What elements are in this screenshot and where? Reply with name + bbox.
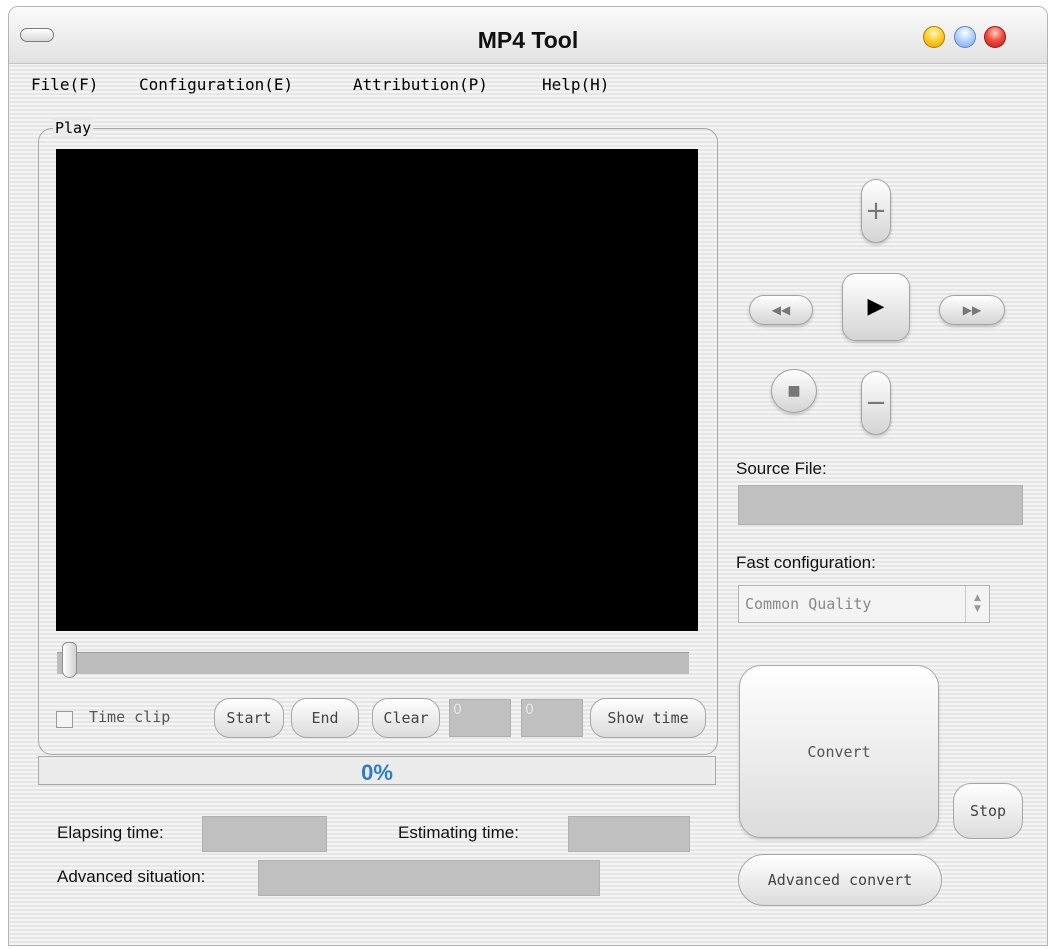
up-down-arrows-icon: ▲ ▼	[965, 586, 989, 622]
video-display[interactable]	[56, 149, 698, 631]
fast-forward-icon: ▶▶	[962, 303, 982, 317]
clip-start-value: 0	[453, 702, 462, 718]
elapsing-time-field	[202, 816, 327, 852]
fast-configuration-label: Fast configuration:	[736, 553, 876, 572]
clip-end-field[interactable]: 0	[521, 699, 583, 737]
advanced-convert-button[interactable]: Advanced convert	[738, 854, 942, 906]
rewind-icon: ◀◀	[771, 303, 791, 317]
clip-end-button[interactable]: End	[291, 698, 359, 738]
rewind-button[interactable]: ◀◀	[749, 295, 813, 325]
time-clip-checkbox[interactable]	[56, 711, 73, 728]
convert-button[interactable]: Convert	[739, 665, 939, 838]
clip-end-value: 0	[525, 702, 534, 718]
window-title: MP4 Tool	[477, 27, 579, 53]
advanced-situation-label: Advanced situation:	[57, 867, 206, 886]
conversion-progress-bar: 0%	[38, 756, 716, 785]
play-icon: ▶	[867, 294, 885, 319]
fast-forward-button[interactable]: ▶▶	[939, 295, 1005, 325]
close-button[interactable]	[984, 26, 1006, 48]
advanced-situation-field	[258, 860, 600, 896]
estimating-time-field	[568, 816, 690, 852]
plus-icon: +	[865, 196, 887, 226]
stop-convert-button[interactable]: Stop	[953, 783, 1023, 839]
fast-configuration-value: Common Quality	[745, 595, 872, 613]
show-time-button[interactable]: Show time	[590, 698, 706, 738]
stop-icon: ■	[787, 383, 801, 399]
play-group-legend: Play	[53, 119, 94, 137]
clip-clear-button[interactable]: Clear	[372, 698, 440, 738]
menu-attribution[interactable]: Attribution(P)	[353, 75, 488, 94]
seek-slider-thumb[interactable]	[62, 642, 77, 678]
source-file-field[interactable]	[738, 485, 1023, 525]
play-group: Play Time clip Start End Clear 0 0 Show …	[38, 119, 718, 755]
progress-percent: 0%	[361, 760, 393, 785]
play-button[interactable]: ▶	[842, 273, 910, 341]
time-clip-label: Time clip	[89, 708, 171, 726]
stop-playback-button[interactable]: ■	[771, 369, 817, 413]
volume-up-button[interactable]: +	[861, 179, 891, 243]
minimize-button[interactable]	[923, 26, 945, 48]
volume-down-button[interactable]: −	[861, 371, 891, 435]
app-window: MP4 Tool File(F) Configuration(E) Attrib…	[8, 6, 1048, 946]
menu-file[interactable]: File(F)	[31, 75, 98, 94]
clip-start-field[interactable]: 0	[449, 699, 511, 737]
zoom-button[interactable]	[954, 26, 976, 48]
seek-slider-track[interactable]	[57, 652, 689, 674]
estimating-time-label: Estimating time:	[398, 823, 519, 842]
clip-start-button[interactable]: Start	[214, 698, 284, 738]
fast-configuration-select[interactable]: Common Quality ▲ ▼	[738, 585, 990, 623]
title-bar[interactable]: MP4 Tool	[9, 7, 1047, 64]
menu-help[interactable]: Help(H)	[542, 75, 609, 94]
elapsing-time-label: Elapsing time:	[57, 823, 164, 842]
minus-icon: −	[865, 388, 887, 418]
menu-bar: File(F) Configuration(E) Attribution(P) …	[9, 63, 1047, 103]
source-file-label: Source File:	[736, 459, 827, 478]
menu-configuration[interactable]: Configuration(E)	[139, 75, 293, 94]
